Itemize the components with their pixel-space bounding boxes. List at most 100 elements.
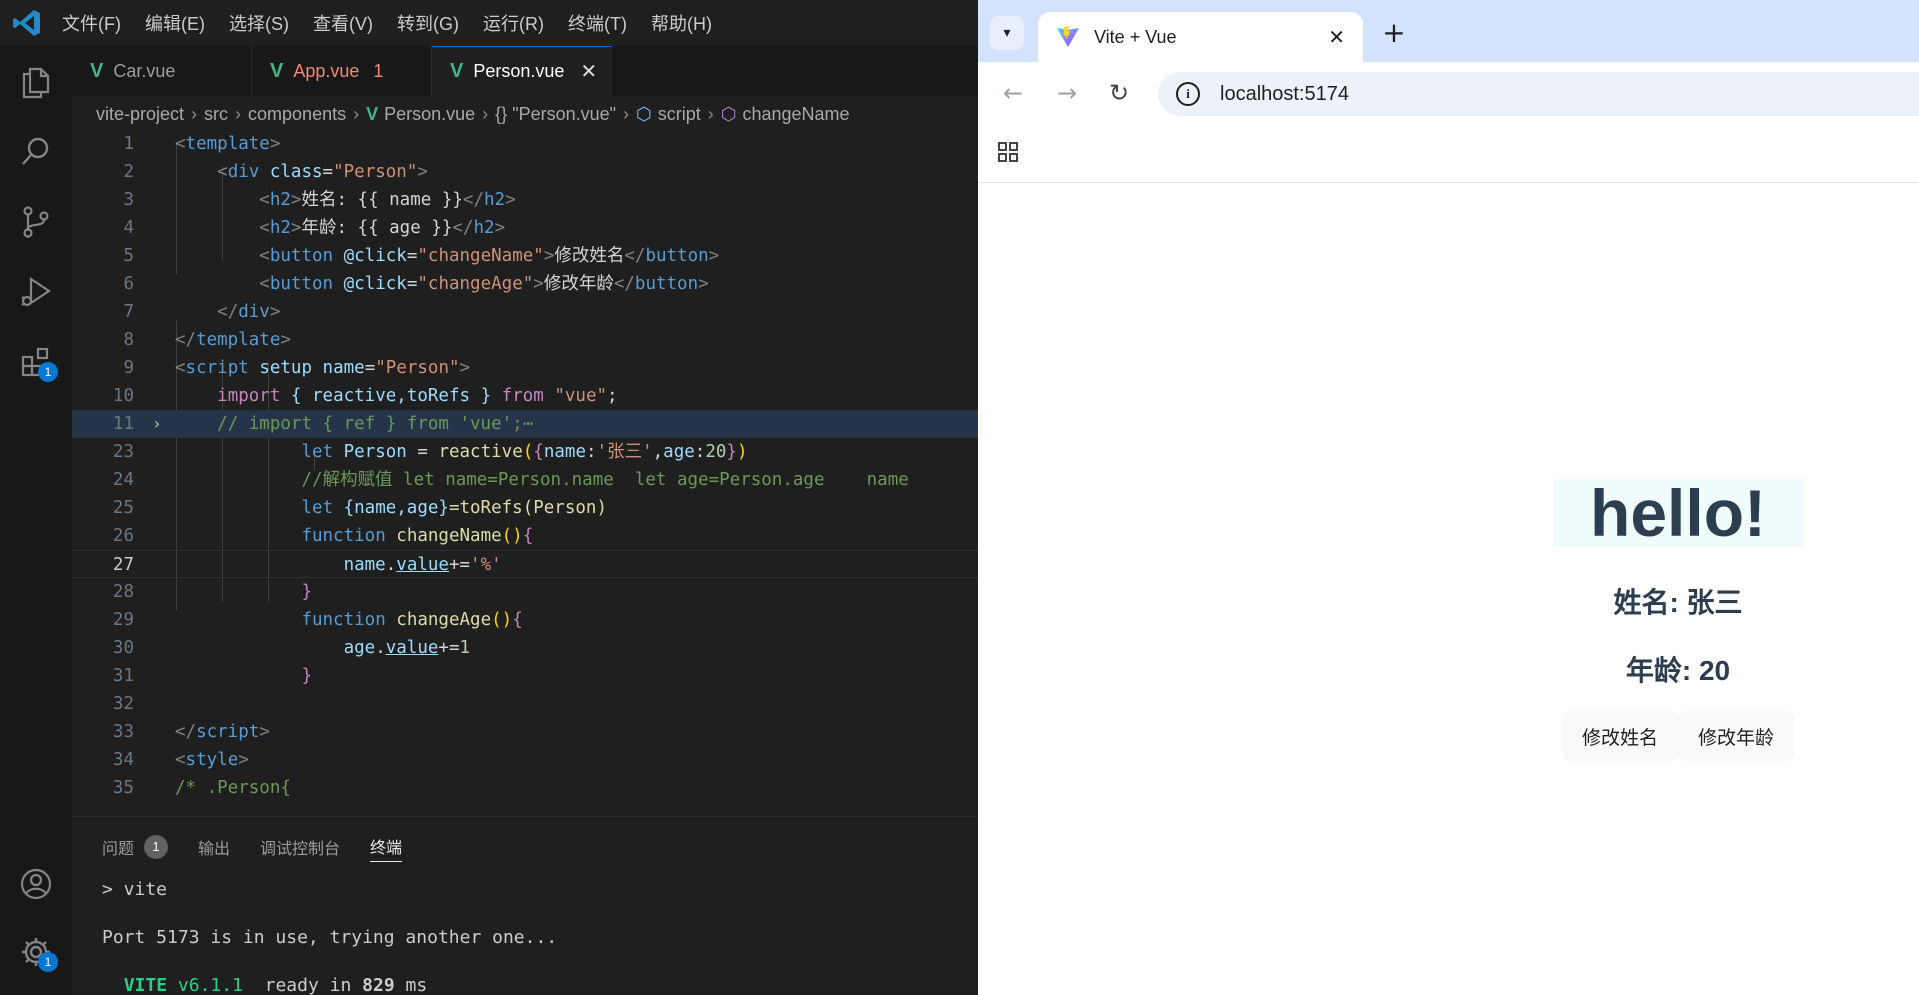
forward-button[interactable]: → bbox=[1050, 76, 1084, 110]
code-token: 1 bbox=[459, 638, 471, 658]
code-line: 28 } bbox=[72, 578, 978, 606]
breadcrumb-item[interactable]: {} "Person.vue" bbox=[495, 104, 616, 125]
activity-search[interactable] bbox=[0, 122, 72, 182]
breadcrumb-item[interactable]: changeName bbox=[742, 104, 849, 125]
line-number: 32 bbox=[112, 694, 134, 714]
age-heading: 年龄: 20 bbox=[1625, 655, 1731, 686]
vue-file-icon: V bbox=[366, 103, 379, 124]
chevron-down-icon: ▾ bbox=[1003, 25, 1011, 41]
close-icon[interactable]: ✕ bbox=[580, 59, 597, 84]
chevron-right-icon[interactable]: › bbox=[152, 410, 162, 438]
terminal-vite-version: v6.1.1 bbox=[177, 975, 243, 995]
line-number: 4 bbox=[123, 218, 134, 238]
line-number: 6 bbox=[123, 274, 134, 294]
bookmarks-bar bbox=[978, 124, 1919, 183]
terminal-line: Port 5173 is in use, trying another one.… bbox=[102, 927, 558, 948]
code-line: 3 <h2>姓名: {{ name }}</h2> bbox=[72, 186, 978, 214]
breadcrumb-item[interactable]: script bbox=[658, 104, 701, 125]
tab-label: Person.vue bbox=[473, 61, 565, 81]
activity-run-debug[interactable] bbox=[0, 262, 72, 322]
person-component: hello! 姓名: 张三 年龄: 20 修改姓名 修改年龄 bbox=[1553, 479, 1803, 761]
chevron-right-icon: › bbox=[191, 103, 198, 124]
code-line: 7 </div> bbox=[72, 298, 978, 326]
tab-terminal[interactable]: 终端 bbox=[370, 831, 403, 862]
activity-bar: 1 1 bbox=[0, 46, 72, 995]
tab-label: 问题 bbox=[102, 840, 135, 858]
menu-selection[interactable]: 选择(S) bbox=[229, 10, 289, 36]
activity-explorer[interactable] bbox=[0, 52, 72, 112]
browser-tab-strip: ▾ Vite + Vue ✕ + bbox=[978, 0, 1919, 62]
vue-file-icon: V bbox=[270, 59, 284, 82]
hello-heading: hello! bbox=[1553, 479, 1803, 547]
menu-terminal[interactable]: 终端(T) bbox=[568, 10, 627, 36]
chevron-right-icon: › bbox=[707, 103, 714, 124]
code-token: =toRefs(Person) bbox=[448, 498, 607, 518]
terminal-ready: ready in bbox=[264, 975, 352, 995]
menu-help[interactable]: 帮助(H) bbox=[651, 10, 712, 36]
reload-button[interactable]: ↻ bbox=[1102, 76, 1136, 110]
code-token: "Person" bbox=[333, 162, 418, 182]
change-age-button[interactable]: 修改年龄 bbox=[1678, 711, 1795, 761]
line-number: 9 bbox=[123, 358, 134, 378]
chevron-right-icon: › bbox=[353, 103, 360, 124]
menu-edit[interactable]: 编辑(E) bbox=[145, 10, 205, 36]
line-number: 27 bbox=[112, 555, 134, 575]
code-line: 33 </script> bbox=[72, 718, 978, 746]
line-number: 23 bbox=[112, 442, 134, 462]
code-token: //解构赋值 let name=Person.name let age=Pers… bbox=[301, 470, 909, 490]
breadcrumb-item[interactable]: src bbox=[204, 104, 228, 125]
code-token: // import { ref } from 'vue';⋯ bbox=[217, 414, 534, 434]
code-token: 修改姓名 bbox=[554, 246, 625, 266]
code-line: 30 age.value+=1 bbox=[72, 634, 978, 662]
code-line: 2 <div class="Person"> bbox=[72, 158, 978, 186]
code-token: /* .Person{ bbox=[175, 778, 291, 798]
code-token: '张三' bbox=[596, 442, 653, 462]
code-line: 5 <button @click="changeName">修改姓名</butt… bbox=[72, 242, 978, 270]
back-button[interactable]: ← bbox=[996, 76, 1030, 110]
line-number: 2 bbox=[123, 162, 134, 182]
code-editor[interactable]: 1 <template> 2 <div class="Person"> 3 <h2… bbox=[72, 130, 978, 816]
code-line: 29 function changeAge(){ bbox=[72, 606, 978, 634]
breadcrumb-item[interactable]: Person.vue bbox=[384, 104, 475, 125]
arrow-left-icon: ← bbox=[1002, 79, 1024, 107]
breadcrumb-item[interactable]: components bbox=[248, 104, 346, 125]
activity-settings[interactable]: 1 bbox=[0, 922, 72, 982]
new-tab-button[interactable]: + bbox=[1376, 14, 1412, 50]
menu-file[interactable]: 文件(F) bbox=[62, 10, 121, 36]
tab-label: Car.vue bbox=[113, 60, 176, 81]
activity-accounts[interactable] bbox=[0, 854, 72, 914]
info-icon[interactable]: i bbox=[1176, 82, 1200, 106]
browser-tab[interactable]: Vite + Vue ✕ bbox=[1038, 12, 1363, 62]
tab-output[interactable]: 输出 bbox=[198, 832, 230, 862]
line-number: 35 bbox=[112, 778, 134, 798]
apps-grid-icon[interactable] bbox=[996, 140, 1020, 164]
chevron-right-icon: › bbox=[235, 103, 242, 124]
tab-label: App.vue bbox=[293, 60, 360, 81]
tab-app-vue[interactable]: V App.vue 1 bbox=[252, 46, 432, 96]
tab-problems[interactable]: 问题 1 bbox=[102, 832, 169, 862]
close-icon[interactable]: ✕ bbox=[1328, 25, 1345, 49]
activity-extensions[interactable]: 1 bbox=[0, 332, 72, 392]
address-bar[interactable]: i localhost:5174 bbox=[1158, 72, 1919, 116]
tab-search-button[interactable]: ▾ bbox=[990, 16, 1024, 50]
chevron-right-icon: › bbox=[623, 103, 630, 124]
code-line-current: 27 name.value+='%' bbox=[72, 550, 978, 578]
change-name-button[interactable]: 修改姓名 bbox=[1561, 711, 1678, 761]
tab-car-vue[interactable]: V Car.vue bbox=[72, 46, 252, 96]
line-number: 10 bbox=[112, 386, 134, 406]
code-token: @click bbox=[343, 246, 407, 266]
terminal-ms-unit: ms bbox=[405, 975, 428, 995]
menu-run[interactable]: 运行(R) bbox=[483, 10, 544, 36]
tab-person-vue[interactable]: V Person.vue ✕ bbox=[432, 46, 612, 96]
menu-view[interactable]: 查看(V) bbox=[313, 10, 373, 36]
menu-go[interactable]: 转到(G) bbox=[397, 10, 459, 36]
method-icon: ⬡ bbox=[720, 103, 737, 124]
activity-source-control[interactable] bbox=[0, 192, 72, 252]
browser-window: ▾ Vite + Vue ✕ + ← → ↻ i localhost:5174 … bbox=[978, 0, 1919, 995]
breadcrumb-item[interactable]: vite-project bbox=[96, 104, 184, 125]
tab-debug-console[interactable]: 调试控制台 bbox=[260, 832, 340, 862]
terminal-vite-label: VITE bbox=[123, 975, 168, 995]
line-number: 34 bbox=[112, 750, 134, 770]
line-number: 29 bbox=[112, 610, 134, 630]
line-number: 11 bbox=[112, 414, 134, 434]
